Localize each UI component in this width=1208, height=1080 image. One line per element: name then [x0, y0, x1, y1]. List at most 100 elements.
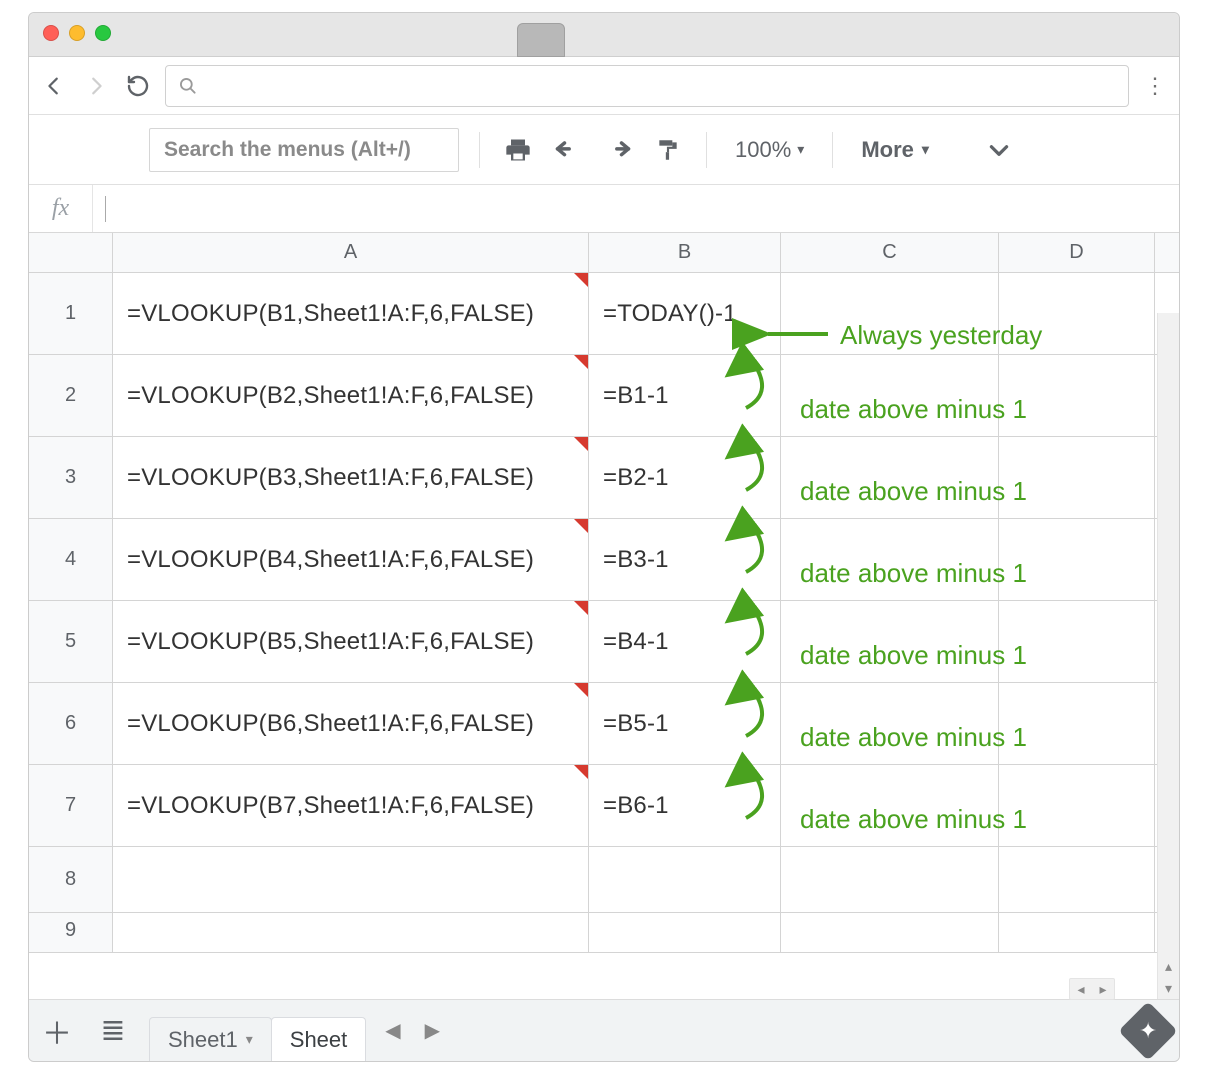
- cell-a9[interactable]: [113, 913, 589, 952]
- menu-search[interactable]: Search the menus (Alt+/): [149, 128, 459, 172]
- menu-search-placeholder: Search the menus (Alt+/): [164, 138, 411, 162]
- print-button[interactable]: [500, 132, 536, 168]
- redo-button[interactable]: [600, 132, 636, 168]
- explore-button[interactable]: ✦: [1118, 1001, 1177, 1060]
- row-header[interactable]: 7: [29, 765, 113, 846]
- tab-menu-caret-icon[interactable]: ▾: [246, 1031, 253, 1048]
- cell-d1[interactable]: [999, 273, 1155, 354]
- chrome-menu-button[interactable]: ⋮: [1141, 73, 1169, 99]
- cell-c8[interactable]: [781, 847, 999, 912]
- cell-b5[interactable]: =B4-1: [589, 601, 781, 682]
- address-bar[interactable]: [165, 65, 1129, 107]
- horizontal-scrollbar[interactable]: ◂ ▸: [1069, 978, 1115, 1000]
- scroll-right-icon[interactable]: ▸: [1092, 978, 1114, 1000]
- all-sheets-button[interactable]: ≣: [85, 1000, 141, 1061]
- row-header[interactable]: 6: [29, 683, 113, 764]
- row-7: 7 =VLOOKUP(B7,Sheet1!A:F,6,FALSE) =B6-1: [29, 765, 1179, 847]
- cell-b2[interactable]: =B1-1: [589, 355, 781, 436]
- spreadsheet-grid: A B C D 1 =VLOOKUP(B1,Sheet1!A:F,6,FALSE…: [29, 233, 1179, 999]
- row-header[interactable]: 9: [29, 913, 113, 952]
- cell-c9[interactable]: [781, 913, 999, 952]
- maximize-window-button[interactable]: [95, 25, 111, 41]
- formula-input[interactable]: [93, 185, 1179, 232]
- sheet-tab-active[interactable]: Sheet: [271, 1017, 367, 1061]
- row-header[interactable]: 8: [29, 847, 113, 912]
- vertical-scrollbar[interactable]: ▴ ▾: [1157, 313, 1179, 999]
- paint-format-button[interactable]: [650, 132, 686, 168]
- zoom-value: 100%: [735, 137, 791, 163]
- cell-b3[interactable]: =B2-1: [589, 437, 781, 518]
- row-header[interactable]: 2: [29, 355, 113, 436]
- more-dropdown[interactable]: More ▾: [853, 133, 937, 167]
- row-5: 5 =VLOOKUP(B5,Sheet1!A:F,6,FALSE) =B4-1: [29, 601, 1179, 683]
- row-1: 1 =VLOOKUP(B1,Sheet1!A:F,6,FALSE) =TODAY…: [29, 273, 1179, 355]
- cell-b7[interactable]: =B6-1: [589, 765, 781, 846]
- tab-scroll-controls: ◀ ▶: [385, 1018, 440, 1043]
- cell-d8[interactable]: [999, 847, 1155, 912]
- cell-c2[interactable]: [781, 355, 999, 436]
- forward-button[interactable]: [81, 71, 111, 101]
- sheet-tab-sheet1[interactable]: Sheet1 ▾: [149, 1017, 272, 1061]
- separator: [832, 132, 833, 168]
- reload-button[interactable]: [123, 71, 153, 101]
- cell-b4[interactable]: =B3-1: [589, 519, 781, 600]
- cell-d7[interactable]: [999, 765, 1155, 846]
- note-indicator-icon: [574, 437, 588, 451]
- scroll-left-icon[interactable]: ◂: [1070, 978, 1092, 1000]
- browser-window: ⋮ Search the menus (Alt+/) 100% ▾ More ▾: [28, 12, 1180, 1062]
- browser-tab[interactable]: [517, 23, 565, 57]
- cell-d4[interactable]: [999, 519, 1155, 600]
- cell-d2[interactable]: [999, 355, 1155, 436]
- dropdown-caret-icon: ▾: [922, 141, 929, 158]
- undo-button[interactable]: [550, 132, 586, 168]
- separator: [706, 132, 707, 168]
- minimize-window-button[interactable]: [69, 25, 85, 41]
- cell-b8[interactable]: [589, 847, 781, 912]
- back-button[interactable]: [39, 71, 69, 101]
- cell-c7[interactable]: [781, 765, 999, 846]
- row-header[interactable]: 1: [29, 273, 113, 354]
- column-header-d[interactable]: D: [999, 233, 1155, 272]
- cell-c4[interactable]: [781, 519, 999, 600]
- zoom-dropdown[interactable]: 100% ▾: [727, 133, 812, 167]
- column-header-b[interactable]: B: [589, 233, 781, 272]
- note-indicator-icon: [574, 273, 588, 287]
- expand-toolbar-button[interactable]: [981, 132, 1017, 168]
- cell-a4[interactable]: =VLOOKUP(B4,Sheet1!A:F,6,FALSE): [113, 519, 589, 600]
- row-header[interactable]: 3: [29, 437, 113, 518]
- cell-c6[interactable]: [781, 683, 999, 764]
- cell-a2[interactable]: =VLOOKUP(B2,Sheet1!A:F,6,FALSE): [113, 355, 589, 436]
- select-all-corner[interactable]: [29, 233, 113, 272]
- cell-a7[interactable]: =VLOOKUP(B7,Sheet1!A:F,6,FALSE): [113, 765, 589, 846]
- row-header[interactable]: 5: [29, 601, 113, 682]
- cell-a6[interactable]: =VLOOKUP(B6,Sheet1!A:F,6,FALSE): [113, 683, 589, 764]
- row-6: 6 =VLOOKUP(B6,Sheet1!A:F,6,FALSE) =B5-1: [29, 683, 1179, 765]
- add-sheet-button[interactable]: ＋: [29, 1000, 85, 1061]
- cell-a8[interactable]: [113, 847, 589, 912]
- separator: [479, 132, 480, 168]
- cell-b9[interactable]: [589, 913, 781, 952]
- cell-a1[interactable]: =VLOOKUP(B1,Sheet1!A:F,6,FALSE): [113, 273, 589, 354]
- row-header[interactable]: 4: [29, 519, 113, 600]
- cell-c1[interactable]: [781, 273, 999, 354]
- sheet-footer: ◂ ▸ ＋ ≣ Sheet1 ▾ Sheet ◀ ▶ ✦: [29, 999, 1179, 1061]
- cell-d9[interactable]: [999, 913, 1155, 952]
- close-window-button[interactable]: [43, 25, 59, 41]
- cell-b6[interactable]: =B5-1: [589, 683, 781, 764]
- cell-c5[interactable]: [781, 601, 999, 682]
- row-4: 4 =VLOOKUP(B4,Sheet1!A:F,6,FALSE) =B3-1: [29, 519, 1179, 601]
- tab-scroll-left-icon[interactable]: ◀: [385, 1018, 400, 1043]
- column-header-a[interactable]: A: [113, 233, 589, 272]
- note-indicator-icon: [574, 765, 588, 779]
- cell-d3[interactable]: [999, 437, 1155, 518]
- cell-a5[interactable]: =VLOOKUP(B5,Sheet1!A:F,6,FALSE): [113, 601, 589, 682]
- column-header-c[interactable]: C: [781, 233, 999, 272]
- cell-b1[interactable]: =TODAY()-1: [589, 273, 781, 354]
- scroll-down-icon[interactable]: ▾: [1158, 977, 1180, 999]
- cell-d5[interactable]: [999, 601, 1155, 682]
- scroll-up-icon[interactable]: ▴: [1158, 955, 1180, 977]
- cell-d6[interactable]: [999, 683, 1155, 764]
- cell-c3[interactable]: [781, 437, 999, 518]
- tab-scroll-right-icon[interactable]: ▶: [425, 1018, 440, 1043]
- cell-a3[interactable]: =VLOOKUP(B3,Sheet1!A:F,6,FALSE): [113, 437, 589, 518]
